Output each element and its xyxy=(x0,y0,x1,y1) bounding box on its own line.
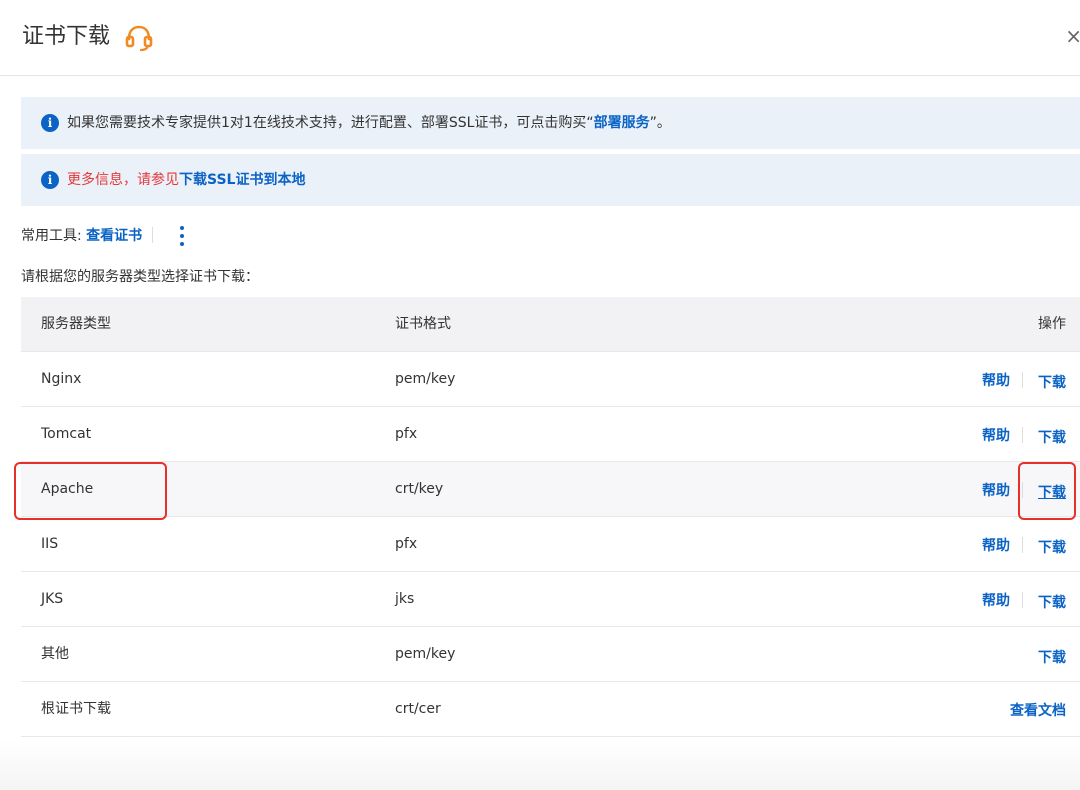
format-cell: pem/key xyxy=(395,646,456,662)
download-link[interactable]: 下载 xyxy=(1038,372,1066,392)
header-server-type: 服务器类型 xyxy=(41,316,111,332)
notice-text: 更多信息，请参见下载SSL证书到本地 xyxy=(67,170,305,190)
header-actions: 操作 xyxy=(1038,316,1066,332)
table-row: Tomcat pfx 帮助 下载 xyxy=(21,407,1080,462)
notice-deploy-service: i 如果您需要技术专家提供1对1在线技术支持，进行配置、部署SSL证书，可点击购… xyxy=(21,97,1080,149)
row-actions: 帮助 下载 xyxy=(982,407,1066,462)
format-cell: jks xyxy=(395,591,415,607)
download-highlight-box xyxy=(1018,462,1076,520)
view-certificate-link[interactable]: 查看证书 xyxy=(86,228,142,244)
server-type-cell: JKS xyxy=(41,591,64,607)
bottom-fade xyxy=(0,740,1080,790)
server-type-cell: Tomcat xyxy=(41,426,92,442)
notice-text: 如果您需要技术专家提供1对1在线技术支持，进行配置、部署SSL证书，可点击购买“… xyxy=(67,113,671,133)
row-actions: 帮助 下载 xyxy=(982,517,1066,572)
table-row: JKS jks 帮助 下载 xyxy=(21,572,1080,627)
info-icon: i xyxy=(41,171,59,189)
notice-more-info: i 更多信息，请参见下载SSL证书到本地 xyxy=(21,154,1080,206)
headset-icon[interactable] xyxy=(124,24,154,52)
format-cell: pfx xyxy=(395,536,418,552)
more-options-icon[interactable] xyxy=(178,225,186,247)
notice-prefix: 更多信息，请参见 xyxy=(67,172,179,188)
notice-suffix: ”。 xyxy=(649,115,671,131)
view-doc-link[interactable]: 查看文档 xyxy=(1010,700,1066,720)
row-actions: 帮助 下载 xyxy=(982,572,1066,627)
download-ssl-doc-link[interactable]: 下载SSL证书到本地 xyxy=(179,172,305,188)
help-link[interactable]: 帮助 xyxy=(982,590,1010,610)
download-link[interactable]: 下载 xyxy=(1038,647,1066,667)
divider xyxy=(1022,536,1023,553)
row-actions: 查看文档 xyxy=(1010,682,1066,737)
table-row: Nginx pem/key 帮助 下载 xyxy=(21,352,1080,407)
download-link[interactable]: 下载 xyxy=(1038,592,1066,612)
info-icon: i xyxy=(41,114,59,132)
help-link[interactable]: 帮助 xyxy=(982,480,1010,500)
server-type-cell: 其他 xyxy=(41,646,69,662)
row-actions: 下载 xyxy=(1038,627,1066,682)
table-row: IIS pfx 帮助 下载 xyxy=(21,517,1080,572)
server-type-cell: IIS xyxy=(41,536,59,552)
table-header: 服务器类型 证书格式 操作 xyxy=(21,297,1080,352)
help-link[interactable]: 帮助 xyxy=(982,535,1010,555)
tools-label: 常用工具: xyxy=(21,228,82,244)
divider xyxy=(1022,591,1023,608)
help-link[interactable]: 帮助 xyxy=(982,370,1010,390)
table-row: Apache crt/key 帮助 下载 xyxy=(21,462,1080,517)
download-link[interactable]: 下载 xyxy=(1038,427,1066,447)
table-row: 其他 pem/key 下载 xyxy=(21,627,1080,682)
close-icon[interactable]: × xyxy=(1065,26,1080,46)
dialog-title: 证书下载 xyxy=(22,24,111,49)
dialog-header: 证书下载 × xyxy=(0,0,1080,76)
common-tools: 常用工具: 查看证书 xyxy=(21,226,163,246)
format-cell: crt/key xyxy=(395,481,444,497)
server-type-cell: 根证书下载 xyxy=(41,701,111,717)
format-cell: pfx xyxy=(395,426,418,442)
select-server-hint: 请根据您的服务器类型选择证书下载： xyxy=(21,269,259,285)
table-row: 根证书下载 crt/cer 查看文档 xyxy=(21,682,1080,737)
row-actions: 帮助 下载 xyxy=(982,352,1066,407)
download-link[interactable]: 下载 xyxy=(1038,537,1066,557)
notice-prefix: 如果您需要技术专家提供1对1在线技术支持，进行配置、部署SSL证书，可点击购买“ xyxy=(67,115,594,131)
format-cell: crt/cer xyxy=(395,701,441,717)
certificate-table: 服务器类型 证书格式 操作 Nginx pem/key 帮助 下载 Tomcat … xyxy=(21,297,1080,737)
divider xyxy=(152,227,154,243)
divider xyxy=(1022,371,1023,388)
apache-highlight-box xyxy=(14,462,167,520)
server-type-cell: Nginx xyxy=(41,371,82,387)
header-format: 证书格式 xyxy=(395,316,451,332)
format-cell: pem/key xyxy=(395,371,456,387)
divider xyxy=(1022,426,1023,443)
help-link[interactable]: 帮助 xyxy=(982,425,1010,445)
deploy-service-link[interactable]: 部署服务 xyxy=(594,115,650,131)
